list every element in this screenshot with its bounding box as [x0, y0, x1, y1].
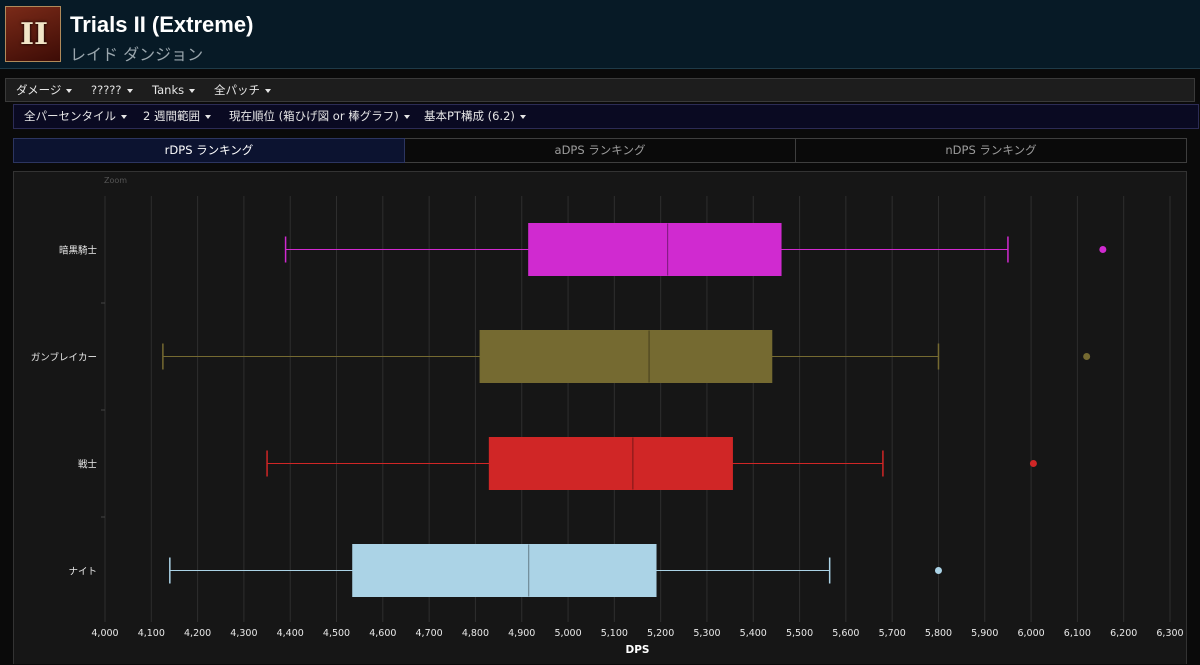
x-tick-label: 5,400 — [740, 628, 767, 639]
x-tick-label: 6,000 — [1017, 628, 1044, 639]
x-tick-label: 4,800 — [462, 628, 489, 639]
chevron-down-icon — [403, 114, 410, 119]
timeframe-dropdown-label: 2 週間範囲 — [143, 109, 200, 123]
patch-dropdown[interactable]: 全パッチ — [214, 79, 271, 101]
ranking-tabs: rDPS ランキング aDPS ランキング nDPS ランキング — [13, 138, 1187, 163]
page-header: II Trials II (Extreme) レイド ダンジョン — [0, 0, 1200, 69]
tab-adps-ranking[interactable]: aDPS ランキング — [405, 138, 796, 163]
role-dropdown[interactable]: Tanks — [152, 79, 196, 101]
metric-dropdown[interactable]: ダメージ — [16, 79, 73, 101]
percentile-dropdown-label: 全パーセンタイル — [24, 109, 116, 123]
x-tick-label: 5,800 — [925, 628, 952, 639]
chevron-down-icon — [265, 88, 271, 93]
x-tick-label: 6,100 — [1064, 628, 1091, 639]
role-dropdown-label: Tanks — [152, 83, 185, 97]
x-tick-label: 4,000 — [91, 628, 118, 639]
box-iqr — [488, 437, 733, 490]
x-axis-title: DPS — [626, 644, 650, 656]
x-tick-label: 4,700 — [416, 628, 443, 639]
patch-dropdown-label: 全パッチ — [214, 83, 260, 97]
x-tick-label: 4,500 — [323, 628, 350, 639]
box-outlier-point — [1083, 353, 1091, 360]
x-tick-label: 4,900 — [508, 628, 535, 639]
x-tick-label: 5,500 — [786, 628, 813, 639]
chevron-down-icon — [204, 114, 211, 119]
chart-panel: 4,000 4,100 4,200 4,300 4,400 4,500 4,600 4,700… — [13, 171, 1187, 664]
page-subtitle: レイド ダンジョン — [70, 45, 204, 64]
chevron-down-icon — [519, 114, 526, 119]
x-tick-label: 5,300 — [693, 628, 720, 639]
timeframe-dropdown[interactable]: 2 週間範囲 — [143, 105, 211, 127]
x-tick-label: 5,600 — [832, 628, 859, 639]
view-dropdown-label: 現在順位 (箱ひげ図 or 棒グラフ) — [229, 109, 399, 123]
view-dropdown[interactable]: 現在順位 (箱ひげ図 or 棒グラフ) — [229, 105, 410, 127]
box-outlier-point — [1099, 246, 1107, 253]
x-tick-label: 4,200 — [184, 628, 211, 639]
box-iqr — [528, 223, 782, 276]
composition-dropdown-label: 基本PT構成 (6.2) — [424, 109, 515, 123]
x-tick-label: 5,000 — [554, 628, 581, 639]
x-tick-label: 5,700 — [879, 628, 906, 639]
chevron-down-icon — [189, 88, 196, 93]
x-tick-label: 4,100 — [138, 628, 165, 639]
x-tick-label: 4,400 — [277, 628, 304, 639]
y-category-label: ガンブレイカー — [31, 352, 97, 364]
x-tick-label: 4,600 — [369, 628, 396, 639]
page-title: Trials II (Extreme) — [70, 12, 254, 37]
x-tick-label: 5,200 — [647, 628, 674, 639]
options-menu-bar: 全パーセンタイル 2 週間範囲 現在順位 (箱ひげ図 or 棒グラフ) 基本PT… — [13, 104, 1199, 129]
dps-boxplot-chart: 4,000 4,100 4,200 4,300 4,400 4,500 4,600 4,700… — [31, 196, 1184, 656]
tab-rdps-ranking[interactable]: rDPS ランキング — [13, 138, 405, 163]
tab-ndps-ranking[interactable]: nDPS ランキング — [796, 138, 1187, 163]
percentile-dropdown[interactable]: 全パーセンタイル — [24, 105, 127, 127]
y-category-label: ナイト — [68, 567, 97, 578]
box-outlier-point — [934, 567, 942, 574]
x-tick-label: 5,900 — [971, 628, 998, 639]
x-tick-label: 5,100 — [601, 628, 628, 639]
boss-dropdown-label: ????? — [91, 83, 122, 97]
filter-menu-bar: ダメージ ????? Tanks 全パッチ — [5, 78, 1195, 102]
raid-tier-numeral: II — [19, 17, 49, 52]
x-tick-label: 6,200 — [1110, 628, 1137, 639]
zoom-label[interactable]: Zoom — [104, 176, 127, 185]
chevron-down-icon — [126, 88, 133, 93]
composition-dropdown[interactable]: 基本PT構成 (6.2) — [424, 105, 526, 127]
boss-dropdown[interactable]: ????? — [91, 79, 133, 101]
box-outlier-point — [1029, 460, 1037, 467]
chevron-down-icon — [121, 114, 127, 119]
y-category-label: 暗黒騎士 — [59, 245, 98, 257]
x-tick-label: 6,300 — [1156, 628, 1183, 639]
chevron-down-icon — [66, 88, 73, 93]
metric-dropdown-label: ダメージ — [16, 83, 62, 97]
box-iqr — [352, 544, 657, 597]
box-iqr — [479, 330, 773, 383]
raid-tier-icon: II — [5, 6, 61, 62]
x-tick-label: 4,300 — [230, 628, 257, 639]
y-category-label: 戦士 — [78, 459, 98, 471]
